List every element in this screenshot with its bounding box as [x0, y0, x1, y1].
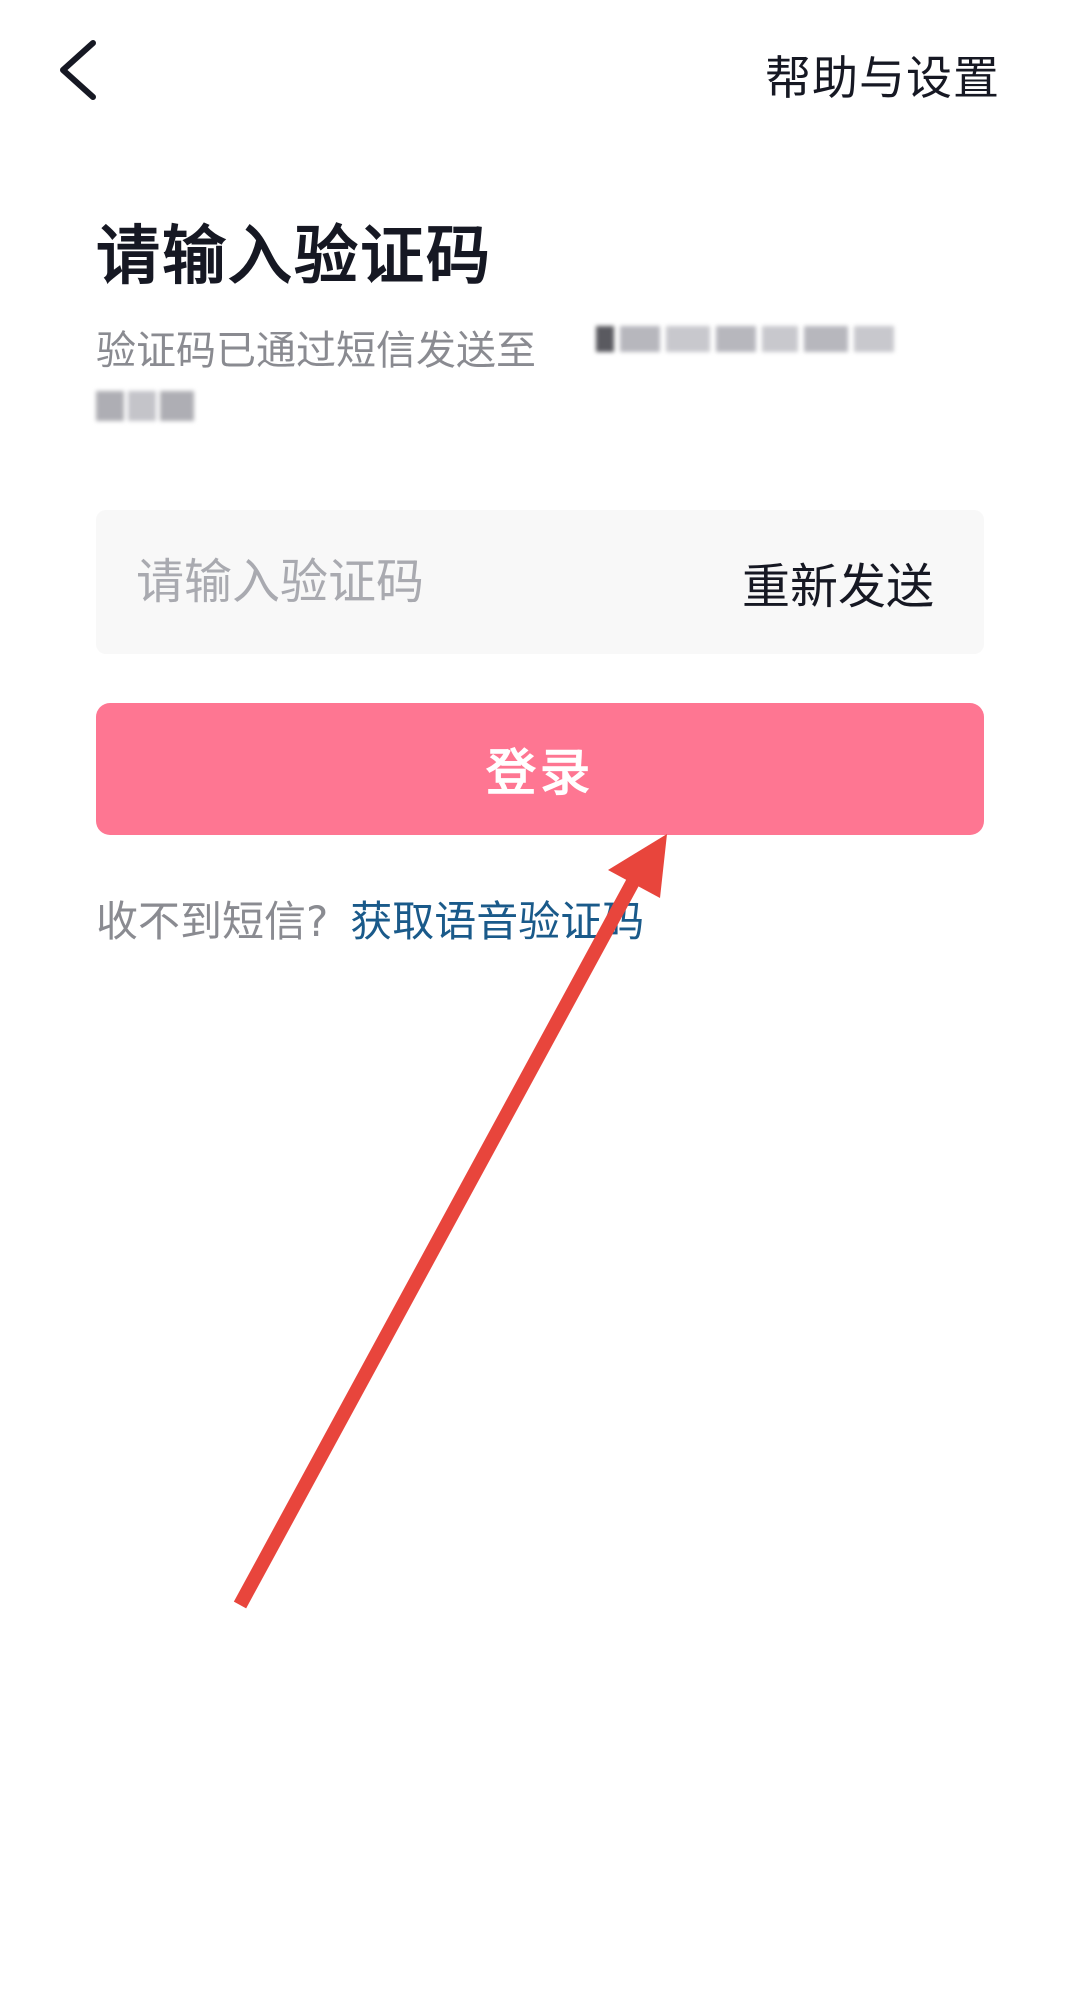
voice-code-link[interactable]: 获取语音验证码: [350, 897, 644, 946]
verification-code-input[interactable]: [134, 553, 742, 611]
page-title: 请输入验证码: [96, 220, 492, 294]
sms-sent-notice: 验证码已通过短信发送至: [96, 328, 536, 374]
back-button[interactable]: [38, 30, 118, 110]
annotation-arrow-shaft: [233, 876, 641, 1609]
annotation-arrow: [233, 834, 667, 1609]
no-sms-row: 收不到短信? 获取语音验证码: [96, 888, 644, 949]
verification-code-field: 重新发送: [96, 510, 984, 654]
no-sms-label: 收不到短信?: [96, 897, 329, 946]
masked-phone-number-continued: [96, 380, 216, 432]
resend-code-button[interactable]: 重新发送: [742, 547, 934, 617]
login-button[interactable]: 登录: [96, 703, 984, 835]
chevron-left-icon: [60, 40, 96, 100]
masked-phone-number: [596, 312, 920, 366]
help-settings-link[interactable]: 帮助与设置: [765, 42, 1000, 108]
